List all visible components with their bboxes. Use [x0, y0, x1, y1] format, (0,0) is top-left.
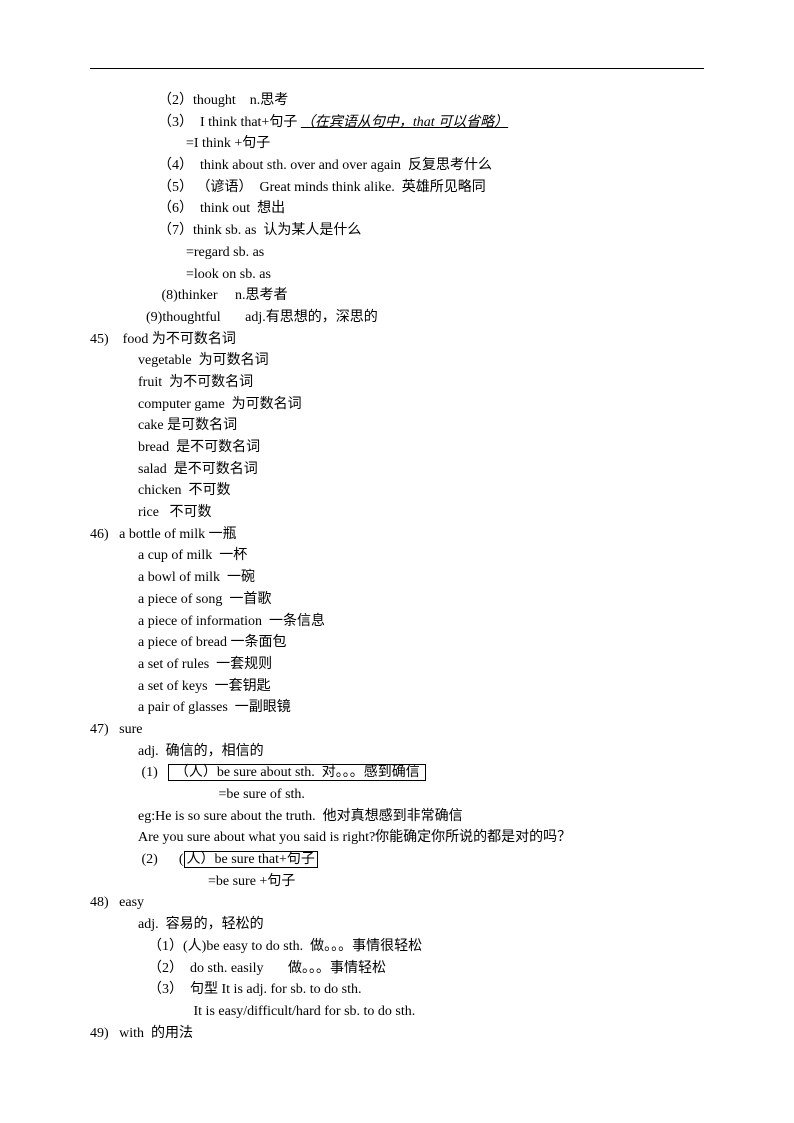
text-line: a set of rules 一套规则 — [138, 654, 704, 676]
text-line: chicken 不可数 — [138, 480, 704, 502]
text-line: a piece of song 一首歌 — [138, 589, 704, 611]
text-line: =look on sb. as — [158, 264, 704, 286]
text-line: （5） （谚语） Great minds think alike. 英雄所见略同 — [158, 177, 704, 199]
text-line: =be sure +句子 — [138, 871, 704, 893]
text-line: (2) (人）be sure that+句子 — [138, 849, 704, 871]
text-line: adj. 确信的，相信的 — [138, 741, 704, 763]
text-line: (8)thinker n.思考者 — [158, 285, 704, 307]
section-heading: 46) a bottle of milk 一瓶 — [90, 524, 704, 546]
text-line: a cup of milk 一杯 — [138, 545, 704, 567]
text-line: （3） I think that+句子 （在宾语从句中，that 可以省略） — [158, 112, 704, 134]
boxed-text: （人）be sure about sth. 对。。。感到确信 — [168, 764, 426, 781]
text-line: fruit 为不可数名词 — [138, 372, 704, 394]
text-line: （7）think sb. as 认为某人是什么 — [158, 220, 704, 242]
text-line: (9)thoughtful adj.有思想的，深思的 — [146, 307, 704, 329]
text-line: （4） think about sth. over and over again… — [158, 155, 704, 177]
text-line: （2）thought n.思考 — [158, 90, 704, 112]
text-line: =regard sb. as — [158, 242, 704, 264]
text-line: bread 是不可数名词 — [138, 437, 704, 459]
text-line: It is easy/difficult/hard for sb. to do … — [148, 1001, 704, 1023]
text-fragment: （3） I think that+句子 — [158, 115, 301, 130]
text-line: a piece of information 一条信息 — [138, 611, 704, 633]
text-line: adj. 容易的，轻松的 — [138, 914, 704, 936]
document-page: （2）thought n.思考 （3） I think that+句子 （在宾语… — [0, 0, 794, 1123]
text-line: Are you sure about what you said is righ… — [138, 827, 704, 849]
text-line: （3） 句型 It is adj. for sb. to do sth. — [148, 979, 704, 1001]
section-heading: 47) sure — [90, 719, 704, 741]
text-fragment: (2) ( — [138, 852, 184, 867]
section-heading: 45) food 为不可数名词 — [90, 329, 704, 351]
boxed-text: 人）be sure that+句子 — [184, 851, 318, 868]
text-line: （2） do sth. easily 做。。。事情轻松 — [148, 958, 704, 980]
text-line: salad 是不可数名词 — [138, 459, 704, 481]
text-line: cake 是可数名词 — [138, 415, 704, 437]
text-line: eg:He is so sure about the truth. 他对真想感到… — [138, 806, 704, 828]
text-line: a pair of glasses 一副眼镜 — [138, 697, 704, 719]
text-fragment: (1) — [138, 765, 168, 780]
header-rule — [90, 68, 704, 69]
text-line: a bowl of milk 一碗 — [138, 567, 704, 589]
text-line: =I think +句子 — [158, 133, 704, 155]
text-line: a set of keys 一套钥匙 — [138, 676, 704, 698]
underlined-text: （在宾语从句中，that 可以省略） — [301, 115, 508, 130]
section-heading: 48) easy — [90, 892, 704, 914]
text-line: （1）(人)be easy to do sth. 做。。。事情很轻松 — [148, 936, 704, 958]
text-line: rice 不可数 — [138, 502, 704, 524]
text-line: =be sure of sth. — [138, 784, 704, 806]
text-line: vegetable 为可数名词 — [138, 350, 704, 372]
text-line: a piece of bread 一条面包 — [138, 632, 704, 654]
text-line: （6） think out 想出 — [158, 198, 704, 220]
text-line: computer game 为可数名词 — [138, 394, 704, 416]
text-line: (1) （人）be sure about sth. 对。。。感到确信 — [138, 762, 704, 784]
section-heading: 49) with 的用法 — [90, 1023, 704, 1045]
document-content: （2）thought n.思考 （3） I think that+句子 （在宾语… — [118, 90, 704, 1044]
